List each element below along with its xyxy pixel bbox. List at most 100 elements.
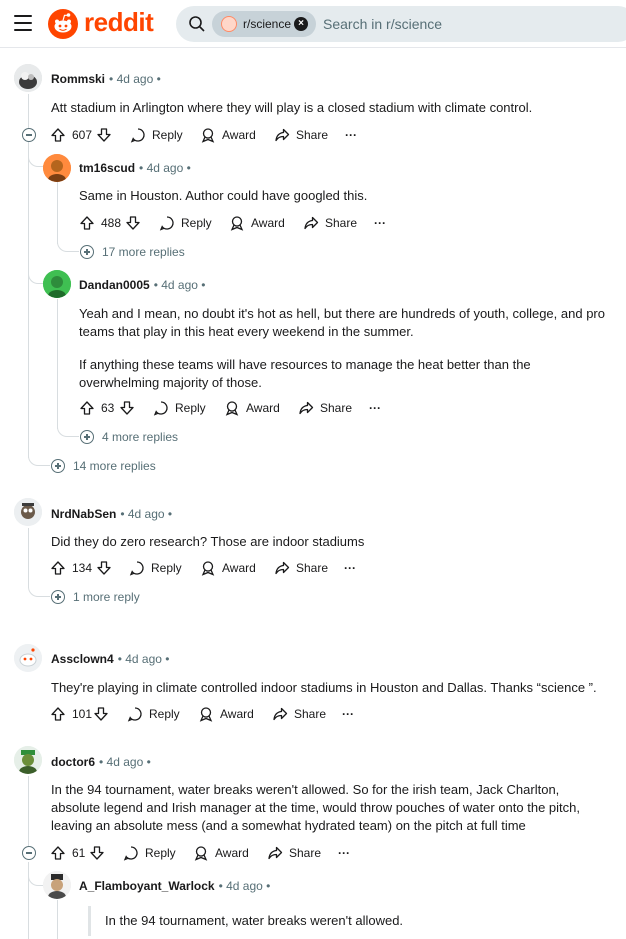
more-replies-link[interactable]: 4 more replies xyxy=(80,430,178,444)
collapse-thread-button[interactable] xyxy=(22,846,36,860)
award-icon xyxy=(230,216,244,231)
search-input[interactable]: Search in r/science xyxy=(323,16,442,32)
upvote-button[interactable] xyxy=(50,123,66,147)
username[interactable]: A_Flamboyant_Warlock xyxy=(79,879,215,893)
reply-icon xyxy=(127,707,142,722)
upvote-icon xyxy=(51,846,65,860)
thread-branch xyxy=(28,580,50,597)
username[interactable]: NrdNabSen xyxy=(51,507,116,521)
avatar[interactable] xyxy=(43,871,71,899)
subreddit-chip-label: r/science xyxy=(243,17,292,31)
upvote-icon xyxy=(51,128,65,142)
thread-line[interactable] xyxy=(57,900,58,939)
award-button[interactable]: Award xyxy=(200,556,256,580)
thread-line[interactable] xyxy=(57,299,58,429)
award-button[interactable]: Award xyxy=(198,702,254,726)
comment-text: If anything these teams will have resour… xyxy=(79,357,531,390)
upvote-button[interactable] xyxy=(79,211,95,235)
reply-button[interactable]: Reply xyxy=(123,841,176,865)
comment-text: In the 94 tournament, water breaks weren… xyxy=(51,782,580,833)
more-options-button[interactable]: ··· xyxy=(345,123,357,147)
upvote-button[interactable] xyxy=(79,396,95,420)
award-icon xyxy=(201,128,215,143)
downvote-button[interactable] xyxy=(125,211,141,235)
share-button[interactable]: Share xyxy=(267,841,321,865)
more-options-button[interactable]: ··· xyxy=(369,396,381,420)
downvote-icon xyxy=(97,128,111,142)
thread-branch xyxy=(57,234,79,252)
reply-button[interactable]: Reply xyxy=(153,396,206,420)
reply-icon xyxy=(129,561,144,576)
timestamp: • 4d ago • xyxy=(153,278,206,292)
upvote-button[interactable] xyxy=(50,841,66,865)
avatar[interactable] xyxy=(14,498,42,526)
award-button[interactable]: Award xyxy=(200,123,256,147)
downvote-button[interactable] xyxy=(96,123,112,147)
avatar[interactable] xyxy=(14,644,42,672)
award-button[interactable]: Award xyxy=(229,211,285,235)
comment-text: Did they do zero research? Those are ind… xyxy=(51,534,365,549)
subreddit-filter-chip[interactable]: r/science × xyxy=(212,11,316,37)
menu-icon[interactable] xyxy=(14,15,32,31)
reply-button[interactable]: Reply xyxy=(159,211,212,235)
expand-icon xyxy=(51,459,65,473)
username[interactable]: Assclown4 xyxy=(51,652,114,666)
timestamp: • 4d ago • xyxy=(117,652,170,666)
comment-actions: 607 Reply Award Share ··· xyxy=(50,123,370,147)
thread-branch xyxy=(28,445,50,466)
reddit-logo-icon[interactable] xyxy=(48,9,78,39)
share-button[interactable]: Share xyxy=(272,702,326,726)
share-button[interactable]: Share xyxy=(274,123,328,147)
timestamp: • 4d ago • xyxy=(99,755,151,769)
reply-icon xyxy=(153,401,168,416)
more-options-button[interactable]: ··· xyxy=(374,211,386,235)
more-options-button[interactable]: ··· xyxy=(342,702,354,726)
reply-icon xyxy=(123,846,138,861)
more-replies-link[interactable]: 17 more replies xyxy=(80,245,185,259)
close-icon[interactable]: × xyxy=(294,17,308,31)
upvote-button[interactable] xyxy=(50,702,66,726)
comment-actions: 488 Reply Award Share ··· xyxy=(79,211,399,235)
share-button[interactable]: Share xyxy=(303,211,357,235)
share-button[interactable]: Share xyxy=(274,556,328,580)
thread-line[interactable] xyxy=(28,776,29,846)
username[interactable]: tm16scud xyxy=(79,161,135,175)
award-button[interactable]: Award xyxy=(224,396,280,420)
downvote-icon xyxy=(90,846,104,860)
collapse-thread-button[interactable] xyxy=(22,128,36,142)
username[interactable]: Rommski xyxy=(51,72,105,86)
downvote-button[interactable] xyxy=(96,556,112,580)
downvote-button[interactable] xyxy=(119,396,135,420)
comment-text: Att stadium in Arlington where they will… xyxy=(51,100,533,115)
comment-actions: 61 Reply Award Share ··· xyxy=(50,841,370,865)
downvote-button[interactable] xyxy=(89,841,105,865)
more-replies-link[interactable]: 1 more reply xyxy=(51,590,140,604)
username[interactable]: doctor6 xyxy=(51,755,95,769)
thread-line[interactable] xyxy=(28,142,29,458)
avatar[interactable] xyxy=(14,746,42,774)
reply-button[interactable]: Reply xyxy=(127,702,180,726)
more-options-button[interactable]: ··· xyxy=(344,556,356,580)
reddit-wordmark[interactable]: reddit xyxy=(84,7,154,38)
avatar[interactable] xyxy=(43,270,71,298)
downvote-button[interactable] xyxy=(93,702,109,726)
upvote-button[interactable] xyxy=(50,556,66,580)
search-bar[interactable]: r/science × Search in r/science xyxy=(176,6,626,42)
timestamp: • 4d ago • xyxy=(109,72,161,86)
reply-button[interactable]: Reply xyxy=(130,123,183,147)
reply-button[interactable]: Reply xyxy=(129,556,182,580)
username[interactable]: Dandan0005 xyxy=(79,278,150,292)
award-button[interactable]: Award xyxy=(193,841,249,865)
thread-line[interactable] xyxy=(28,528,29,588)
share-icon xyxy=(273,707,288,721)
more-replies-link[interactable]: 14 more replies xyxy=(51,459,156,473)
reply-icon xyxy=(159,216,174,231)
share-button[interactable]: Share xyxy=(298,396,352,420)
award-icon xyxy=(201,561,215,576)
avatar[interactable] xyxy=(43,154,71,182)
downvote-icon xyxy=(126,216,140,230)
comment-actions: 101 Reply Award Share ··· xyxy=(50,702,370,726)
thread-line[interactable] xyxy=(28,94,29,132)
more-options-button[interactable]: ··· xyxy=(338,841,350,865)
avatar[interactable] xyxy=(14,64,42,92)
